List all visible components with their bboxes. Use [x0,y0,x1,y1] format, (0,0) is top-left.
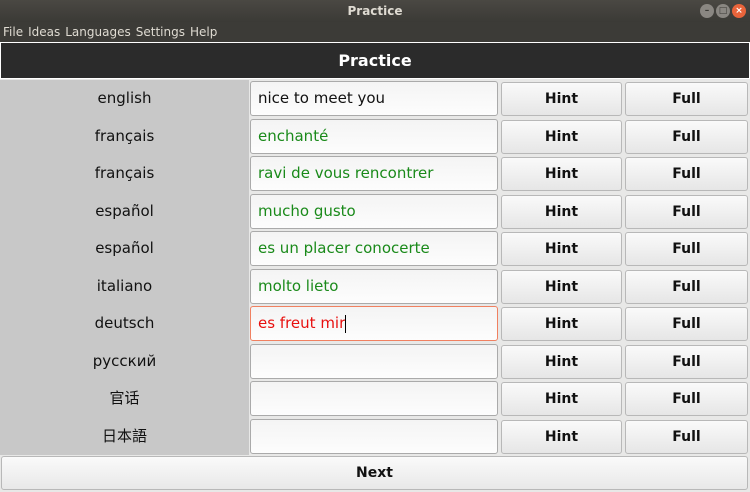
full-button[interactable]: Full [625,307,748,341]
full-button[interactable]: Full [625,157,748,191]
practice-row: français enchanté Hint Full [0,117,750,155]
answer-text: es un placer conocerte [258,239,430,257]
next-button[interactable]: Next [1,456,748,490]
full-button[interactable]: Full [625,82,748,116]
hint-button[interactable]: Hint [501,82,622,116]
maximize-icon[interactable]: □ [716,4,730,18]
menu-settings[interactable]: Settings [136,25,185,39]
language-label: english [0,80,249,118]
hint-button[interactable]: Hint [501,232,622,266]
hint-button[interactable]: Hint [501,194,622,229]
menu-ideas[interactable]: Ideas [28,25,60,39]
answer-input[interactable]: molto lieto [250,268,498,304]
practice-rows: english nice to meet you Hint Full frança… [0,80,750,455]
answer-text: ravi de vous rencontrer [258,164,434,182]
practice-row: italiano molto lieto Hint Full [0,267,750,305]
language-label: español [0,230,249,268]
menu-bar: File Ideas Languages Settings Help [0,22,750,42]
answer-input[interactable]: nice to meet you [250,81,498,116]
language-label: deutsch [0,305,249,343]
practice-row: deutsch es freut mir Hint Full [0,305,750,343]
answer-input[interactable]: mucho gusto [250,193,498,229]
full-button[interactable]: Full [625,382,748,416]
language-label: français [0,155,249,193]
language-label: 日本語 [0,417,249,455]
answer-text: molto lieto [258,276,339,295]
full-button[interactable]: Full [625,194,748,229]
close-icon[interactable]: × [732,4,746,18]
practice-row: español mucho gusto Hint Full [0,192,750,230]
full-button[interactable]: Full [625,344,748,379]
language-label: français [0,117,249,155]
practice-row: español es un placer conocerte Hint Full [0,230,750,268]
answer-input[interactable]: es un placer conocerte [250,231,498,266]
menu-languages[interactable]: Languages [65,25,130,39]
answer-input[interactable] [250,418,498,454]
language-label: 官话 [0,380,249,418]
practice-row: 日本語 Hint Full [0,417,750,455]
practice-row: français ravi de vous rencontrer Hint Fu… [0,155,750,193]
full-button[interactable]: Full [625,419,748,454]
text-cursor [345,314,347,333]
hint-button[interactable]: Hint [501,419,622,454]
answer-input[interactable]: ravi de vous rencontrer [250,156,498,191]
practice-row: 官话 Hint Full [0,380,750,418]
answer-input[interactable]: es freut mir [250,306,498,341]
hint-button[interactable]: Hint [501,269,622,304]
hint-button[interactable]: Hint [501,119,622,154]
answer-text: enchanté [258,126,329,145]
minimize-icon[interactable]: – [700,4,714,18]
hint-button[interactable]: Hint [501,344,622,379]
title-bar: Practice – □ × [0,0,750,22]
answer-text: mucho gusto [258,201,356,220]
menu-file[interactable]: File [3,25,23,39]
language-label: русский [0,342,249,380]
hint-button[interactable]: Hint [501,307,622,341]
answer-text: nice to meet you [258,89,386,107]
hint-button[interactable]: Hint [501,382,622,416]
full-button[interactable]: Full [625,119,748,154]
language-label: español [0,192,249,230]
answer-input[interactable] [250,381,498,416]
full-button[interactable]: Full [625,232,748,266]
answer-input[interactable] [250,343,498,379]
practice-row: english nice to meet you Hint Full [0,80,750,118]
answer-input[interactable]: enchanté [250,118,498,154]
language-label: italiano [0,267,249,305]
full-button[interactable]: Full [625,269,748,304]
page-title: Practice [0,42,750,79]
hint-button[interactable]: Hint [501,157,622,191]
menu-help[interactable]: Help [190,25,217,39]
answer-text: es freut mir [258,314,346,332]
practice-row: русский Hint Full [0,342,750,380]
window-title: Practice [347,4,403,18]
